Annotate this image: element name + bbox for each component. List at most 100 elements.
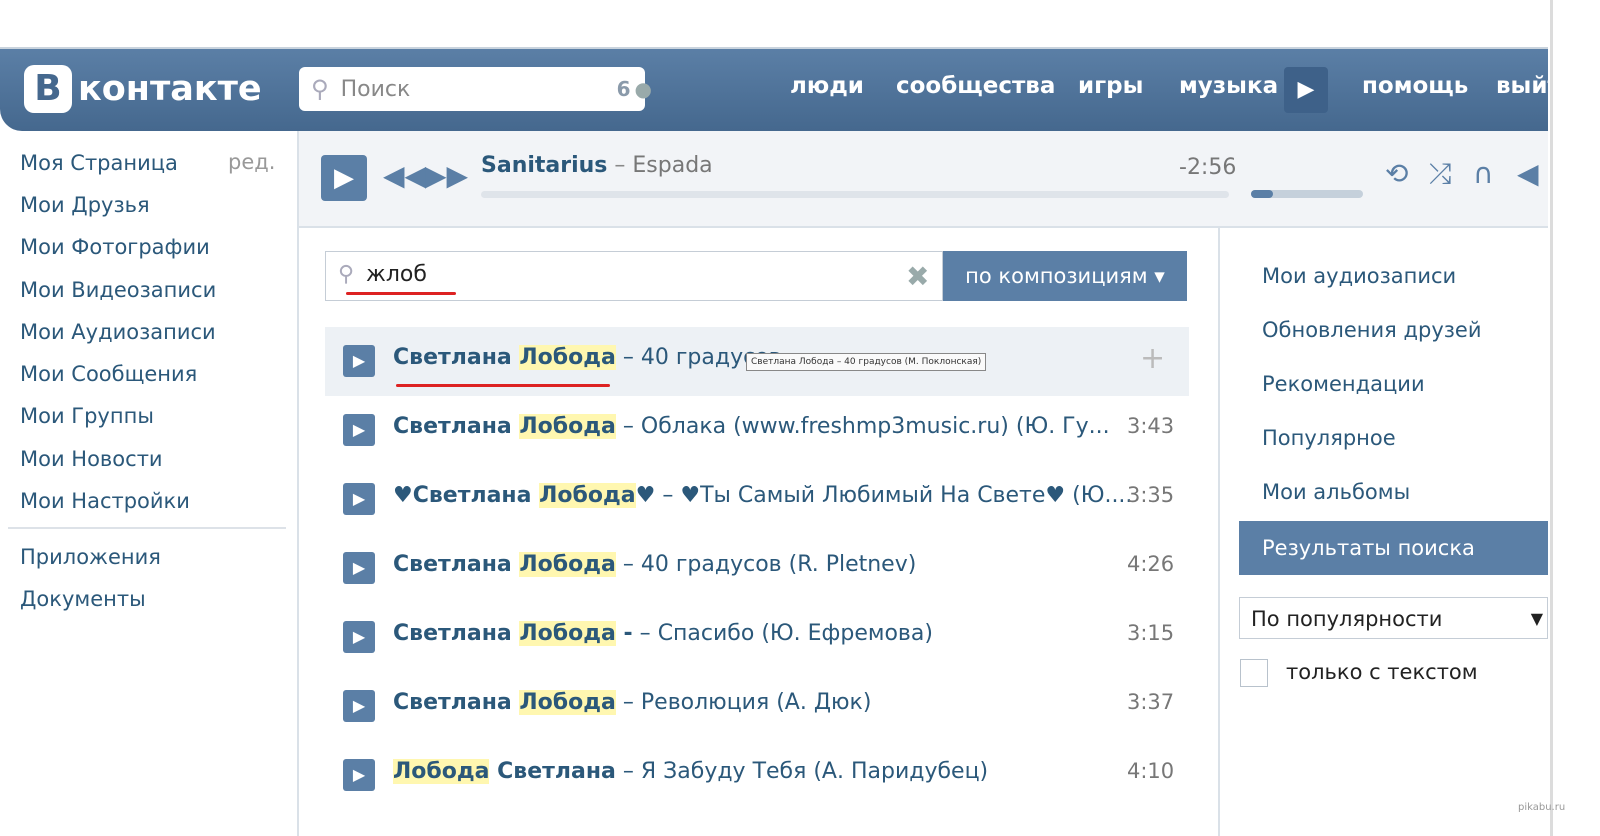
vk-logo[interactable]: В контакте (24, 65, 262, 113)
track-duration: 4:26 (1127, 552, 1175, 576)
track-song[interactable]: Спасибо (Ю. Ефремова) (658, 621, 933, 646)
nav-logout[interactable]: выйти (1496, 73, 1548, 99)
track-separator: – (615, 345, 641, 370)
track-artist[interactable]: Лобода Светлана (393, 759, 616, 784)
headphones-icon[interactable]: ∩ (1473, 157, 1494, 190)
now-playing-song: Espada (632, 153, 713, 178)
red-annotation-underline (396, 384, 610, 387)
nav-music[interactable]: музыка (1179, 73, 1278, 99)
search-type-button[interactable]: по композициям ▾ (943, 251, 1187, 301)
broadcast-icon[interactable]: ◀ (1517, 157, 1539, 190)
menu-search-results[interactable]: Результаты поиска (1239, 521, 1548, 575)
sidebar-item-news[interactable]: Мои Новости (20, 447, 163, 471)
track-artist[interactable]: ♥Светлана Лобода♥ (393, 483, 655, 508)
lyrics-only-checkbox[interactable] (1240, 659, 1268, 687)
menu-recommendations[interactable]: Рекомендации (1262, 372, 1425, 396)
track-title: Лобода Светлана – Я Забуду Тебя (А. Пари… (393, 759, 988, 784)
artist-prefix: Светлана (393, 552, 520, 577)
track-artist[interactable]: Светлана Лобода (393, 345, 616, 370)
prev-track-icon[interactable]: ◀◀ (383, 159, 426, 192)
artist-prefix: Светлана (393, 414, 520, 439)
nav-help[interactable]: помощь (1362, 73, 1468, 99)
sidebar-item-my-page[interactable]: Моя Страница (20, 151, 178, 175)
nav-games[interactable]: игры (1078, 73, 1143, 99)
nav-communities[interactable]: сообщества (896, 73, 1055, 99)
audio-search-input[interactable]: жлоб (366, 262, 427, 287)
sort-select[interactable]: По популярности ▼ (1239, 597, 1548, 639)
track-song[interactable]: 40 градусов (R. Pletnev) (641, 552, 916, 577)
scrollbar[interactable] (1548, 0, 1600, 836)
table-row[interactable]: ▶ Лобода Светлана – Я Забуду Тебя (А. Пар… (325, 741, 1189, 810)
sidebar-item-apps[interactable]: Приложения (20, 545, 161, 569)
audio-search-box[interactable]: ⚲ жлоб ✖ (325, 251, 943, 301)
track-title: Светлана Лобода – Революция (А. Дюк) (393, 690, 871, 715)
sidebar-item-messages[interactable]: Мои Сообщения (20, 362, 197, 386)
play-icon[interactable]: ▶ (343, 552, 375, 584)
next-track-icon[interactable]: ▶▶ (425, 159, 468, 192)
sidebar-item-audio[interactable]: Мои Аудиозаписи (20, 320, 216, 344)
artist-highlight: Лобода (519, 414, 616, 439)
sidebar-item-settings[interactable]: Мои Настройки (20, 489, 190, 513)
play-icon[interactable]: ▶ (343, 690, 375, 722)
global-search[interactable]: ⚲ 6 ● (299, 67, 652, 111)
track-song[interactable]: Я Забуду Тебя (А. Паридубец) (641, 759, 988, 784)
track-artist[interactable]: Светлана Лобода - (393, 621, 633, 646)
menu-popular[interactable]: Популярное (1262, 426, 1396, 450)
sidebar-item-photos[interactable]: Мои Фотографии (20, 235, 210, 259)
sidebar-item-groups[interactable]: Мои Группы (20, 404, 154, 428)
table-row[interactable]: ▶ Светлана Лобода - – Спасибо (Ю. Ефремов… (325, 603, 1189, 672)
audio-search-icon: ⚲ (338, 262, 355, 287)
track-duration: 3:35 (1127, 483, 1175, 507)
sidebar-item-friends[interactable]: Мои Друзья (20, 193, 150, 217)
menu-my-albums[interactable]: Мои альбомы (1262, 480, 1410, 504)
table-row[interactable]: ▶ Светлана Лобода – 40 градусов (R. Pletn… (325, 534, 1189, 603)
play-icon[interactable]: ▶ (343, 414, 375, 446)
red-underline (346, 292, 456, 295)
play-icon[interactable]: ▶ (343, 759, 375, 791)
sidebar-item-documents[interactable]: Документы (20, 587, 146, 611)
table-row[interactable]: ▶ ♥Светлана Лобода♥ – ♥Ты Самый Любимый Н… (325, 465, 1189, 534)
search-input[interactable] (338, 75, 617, 103)
add-icon[interactable]: + (1140, 341, 1165, 376)
menu-friends-updates[interactable]: Обновления друзей (1262, 318, 1481, 342)
volume-slider[interactable] (1251, 190, 1363, 198)
track-artist[interactable]: Светлана Лобода (393, 690, 616, 715)
track-separator: – (615, 414, 641, 439)
track-artist[interactable]: Светлана Лобода (393, 414, 616, 439)
track-song[interactable]: Революция (А. Дюк) (641, 690, 872, 715)
track-song[interactable]: Облака (www.freshmp3music.ru) (Ю. Гу... (641, 414, 1110, 439)
track-title: Светлана Лобода – Облака (www.freshmp3mu… (393, 414, 1110, 439)
track-song[interactable]: ♥Ты Самый Любимый На Свете♥ (Ю.... (680, 483, 1132, 508)
logo-text: контакте (78, 69, 262, 109)
shuffle-icon[interactable]: ⤮ (1429, 157, 1451, 191)
nav-people[interactable]: люди (790, 73, 864, 99)
track-duration: 3:37 (1127, 690, 1175, 714)
track-separator: – (615, 759, 641, 784)
artist-prefix: ♥Светлана (393, 483, 540, 508)
person-icon: ● (634, 77, 652, 101)
track-artist[interactable]: Светлана Лобода (393, 552, 616, 577)
artist-highlight: Лобода (539, 483, 636, 508)
header-play-icon[interactable]: ▶ (1284, 67, 1328, 113)
progress-bar[interactable] (481, 191, 1229, 198)
play-icon[interactable]: ▶ (321, 155, 367, 201)
track-duration: 3:43 (1127, 414, 1175, 438)
table-row[interactable]: ▶ Светлана Лобода – Революция (А. Дюк) 3:3… (325, 672, 1189, 741)
artist-highlight: Лобода (393, 759, 490, 784)
artist-suffix: - (615, 621, 633, 646)
clear-icon[interactable]: ✖ (906, 260, 929, 293)
play-icon[interactable]: ▶ (343, 621, 375, 653)
table-row[interactable]: ▶ Светлана Лобода – Облака (www.freshmp3m… (325, 396, 1189, 465)
edit-link[interactable]: ред. (228, 150, 275, 174)
menu-my-audio[interactable]: Мои аудиозаписи (1262, 264, 1456, 288)
audio-player: ▶ ◀◀ ▶▶ Sanitarius – Espada -2:56 ⟲ ⤮ ∩ … (299, 131, 1548, 228)
time-remaining[interactable]: -2:56 (1179, 155, 1236, 180)
track-separator: – (655, 483, 681, 508)
now-playing-artist[interactable]: Sanitarius (481, 153, 607, 178)
sidebar-item-videos[interactable]: Мои Видеозаписи (20, 278, 216, 302)
scrollbar-track (1550, 0, 1553, 836)
repeat-icon[interactable]: ⟲ (1385, 157, 1408, 190)
play-icon[interactable]: ▶ (343, 483, 375, 515)
play-icon[interactable]: ▶ (343, 345, 375, 377)
now-playing-separator: – (607, 153, 633, 178)
